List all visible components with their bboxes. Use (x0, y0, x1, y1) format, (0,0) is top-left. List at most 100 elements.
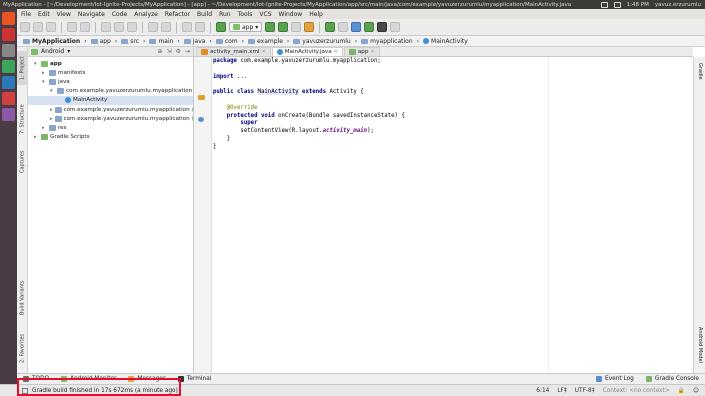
menu-window[interactable]: Window (279, 11, 303, 18)
inspector-icon[interactable]: ☺ (693, 388, 699, 394)
make-project-icon[interactable] (216, 22, 226, 32)
breadcrumb-item[interactable]: yavuzerzurumlu (291, 38, 352, 45)
tree-item[interactable]: ▸ com.example.yavuzerzurumlu.myapplicatio… (28, 114, 199, 123)
chevron-down-icon[interactable]: ▾ (50, 88, 55, 94)
redo-icon[interactable] (80, 22, 90, 32)
android-monitor-icon[interactable] (377, 22, 388, 32)
tab-activity-main-xml[interactable]: activity_main.xml ✕ (196, 47, 271, 56)
browser-icon[interactable] (2, 44, 15, 57)
menu-tools[interactable]: Tools (238, 11, 253, 18)
debug-icon[interactable] (278, 22, 289, 32)
tab-structure[interactable]: 7: Structure (17, 99, 28, 139)
menu-vcs[interactable]: VCS (259, 11, 271, 18)
tab-gradle-console[interactable]: Gradle Console (640, 376, 705, 382)
tab-event-log[interactable]: Event Log (590, 376, 640, 382)
paste-icon[interactable] (127, 22, 137, 32)
breadcrumb-item[interactable]: MyApplication (21, 38, 82, 45)
context-indicator[interactable]: Context: <no context> (603, 388, 670, 394)
menu-analyze[interactable]: Analyze (134, 11, 158, 18)
lock-icon[interactable]: 🔒 (678, 388, 685, 394)
menu-view[interactable]: View (57, 11, 71, 18)
menu-file[interactable]: File (21, 11, 31, 18)
tab-favorites[interactable]: 2: Favorites (17, 330, 28, 366)
breadcrumb-item[interactable]: MainActivity (421, 38, 470, 45)
tree-item[interactable]: ▸ res (28, 123, 193, 132)
battery-icon[interactable] (613, 1, 621, 8)
chevron-right-icon[interactable]: ▸ (50, 107, 53, 113)
undo-icon[interactable] (67, 22, 77, 32)
menu-navigate[interactable]: Navigate (78, 11, 105, 18)
tab-android-model[interactable]: Android Model (694, 319, 705, 371)
breadcrumb-item[interactable]: app (89, 38, 113, 45)
menu-run[interactable]: Run (219, 11, 231, 18)
menu-refactor[interactable]: Refactor (165, 11, 190, 18)
editor-gutter[interactable] (194, 57, 212, 373)
user-name[interactable]: yavuz.erzurumlu (655, 2, 701, 8)
menu-help[interactable]: Help (309, 11, 323, 18)
help-icon[interactable] (390, 22, 401, 32)
replace-icon[interactable] (161, 22, 171, 32)
app-icon[interactable] (2, 92, 15, 105)
menu-edit[interactable]: Edit (38, 11, 50, 18)
breadcrumb-item[interactable]: com (214, 38, 240, 45)
tab-project[interactable]: 1: Project (17, 51, 28, 85)
hide-icon[interactable]: ⇥ (185, 48, 190, 55)
tree-item[interactable]: ▸ com.example.yavuzerzurumlu.myapplicatio… (28, 105, 201, 114)
forward-icon[interactable] (195, 22, 205, 32)
cut-icon[interactable] (101, 22, 111, 32)
breadcrumb-item[interactable]: main (147, 38, 175, 45)
chevron-down-icon[interactable]: ▾ (34, 61, 39, 67)
chevron-right-icon[interactable]: ▸ (42, 125, 47, 131)
project-structure-icon[interactable] (338, 22, 349, 32)
tree-item[interactable]: ▸ Gradle Scripts (28, 133, 193, 142)
breadcrumb-item[interactable]: src (119, 38, 141, 45)
breadcrumb-item[interactable]: example (246, 38, 285, 45)
tab-mainactivity-java[interactable]: MainActivity.java ✕ (271, 47, 343, 56)
back-icon[interactable] (182, 22, 192, 32)
ubuntu-logo-icon[interactable] (2, 12, 15, 25)
run-icon[interactable] (265, 22, 276, 32)
code-editor[interactable]: package com.example.yavuzerzurumlu.myapp… (213, 58, 691, 372)
coverage-icon[interactable] (291, 22, 302, 32)
menu-build[interactable]: Build (197, 11, 212, 18)
file-encoding[interactable]: UTF-8‡ (575, 388, 595, 394)
tab-gradle[interactable]: Gradle (694, 59, 705, 83)
run-config-select[interactable]: app ▾ (229, 22, 263, 32)
tree-item[interactable]: ▾ java (28, 77, 193, 86)
chevron-down-icon[interactable]: ▾ (42, 79, 47, 85)
tree-item[interactable]: ▾ com.example.yavuzerzurumlu.myapplicatio… (28, 87, 193, 96)
sdk-manager-icon[interactable] (364, 22, 375, 32)
close-icon[interactable]: ✕ (334, 49, 338, 55)
cursor-position[interactable]: 6:14 (536, 388, 549, 394)
run-class-icon[interactable] (198, 95, 205, 100)
terminal-icon[interactable] (2, 76, 15, 89)
clock[interactable]: 1:48 PM (627, 2, 649, 8)
project-view-select[interactable]: Android (41, 48, 64, 55)
avd-manager-icon[interactable] (351, 22, 362, 32)
breadcrumb-item[interactable]: myapplication (359, 38, 415, 45)
save-icon[interactable] (33, 22, 43, 32)
chevron-right-icon[interactable]: ▸ (50, 116, 53, 122)
target-icon[interactable]: ⊕ (158, 48, 163, 55)
network-icon[interactable] (600, 1, 608, 8)
chevron-right-icon[interactable]: ▸ (42, 70, 47, 76)
close-icon[interactable]: ✕ (370, 49, 374, 55)
open-icon[interactable] (20, 22, 30, 32)
sync-icon[interactable] (46, 22, 56, 32)
chevron-right-icon[interactable]: ▸ (34, 134, 39, 140)
android-studio-icon[interactable] (2, 60, 15, 73)
close-icon[interactable]: ✕ (261, 49, 265, 55)
breadcrumb-item[interactable]: java (182, 38, 208, 45)
file-manager-icon[interactable] (2, 28, 15, 41)
attach-debugger-icon[interactable] (304, 22, 315, 32)
find-icon[interactable] (148, 22, 158, 32)
tab-app[interactable]: app ✕ (343, 47, 380, 56)
tree-item[interactable]: MainActivity (28, 95, 193, 105)
tab-build-variants[interactable]: Build Variants (17, 277, 28, 319)
copy-icon[interactable] (114, 22, 124, 32)
sync-gradle-icon[interactable] (325, 22, 336, 32)
override-icon[interactable] (198, 117, 204, 122)
line-separator[interactable]: LF‡ (557, 388, 566, 394)
tab-captures[interactable]: Captures (17, 147, 28, 177)
menu-code[interactable]: Code (112, 11, 127, 18)
